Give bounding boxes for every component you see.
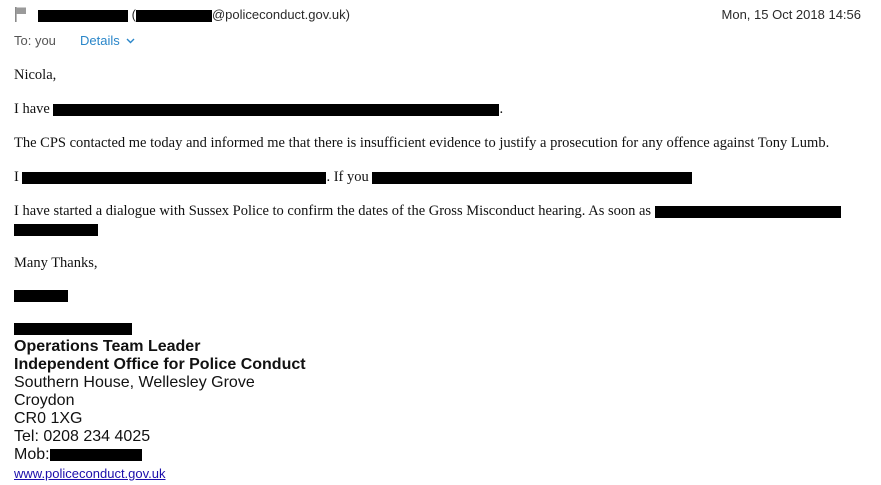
email-date: Mon, 15 Oct 2018 14:56 [721,7,861,22]
signature-organisation: Independent Office for Police Conduct [14,356,306,373]
signature: Operations Team Leader Independent Offic… [14,320,306,464]
email-body: Nicola, I have . The CPS contacted me to… [14,66,874,304]
redacted-text [14,223,98,236]
flag-icon[interactable] [14,6,28,22]
details-label: Details [80,33,120,48]
redacted-text [654,205,841,218]
p3-text-mid: . If you [326,169,369,185]
p3-text-start: I [14,169,19,185]
redacted-sender-email [135,9,212,22]
signature-mobile: Mob: [14,446,306,464]
chevron-down-icon [126,38,135,44]
website-link[interactable]: www.policeconduct.gov.uk [14,466,166,481]
redacted-text [372,171,693,184]
paragraph-3: I . If you [14,168,874,186]
sender: (@policeconduct.gov.uk) [38,7,350,22]
p4-text: I have started a dialogue with Sussex Po… [14,203,652,219]
paragraph-4-continued [14,220,874,238]
p1-text-end: . [499,101,504,117]
recipient-label: To: you [14,33,56,48]
signature-name [14,320,306,338]
signature-postcode: CR0 1XG [14,410,83,427]
signature-address: Southern House, Wellesley Grove [14,374,255,391]
mobile-label: Mob: [14,446,50,463]
sender-email-domain: @policeconduct.gov.uk) [211,7,350,22]
signature-city: Croydon [14,392,75,409]
email-header: (@policeconduct.gov.uk) Mon, 15 Oct 2018… [0,0,881,60]
sender-first-name [14,286,874,304]
redacted-text [22,171,327,184]
redacted-sender-name [38,9,128,22]
details-toggle[interactable]: Details [80,33,135,48]
paragraph-2: The CPS contacted me today and informed … [14,135,830,151]
p1-text-start: I have [14,101,50,117]
paragraph-4: I have started a dialogue with Sussex Po… [14,202,874,220]
signature-telephone: Tel: 0208 234 4025 [14,428,151,445]
redacted-phone [49,448,142,461]
paragraph-1: I have . [14,100,874,118]
signature-title: Operations Team Leader [14,338,201,355]
redacted-text [53,103,500,116]
greeting: Nicola, [14,67,57,83]
closing: Many Thanks, [14,255,98,271]
redacted-name [14,322,132,335]
redacted-name [14,289,68,302]
